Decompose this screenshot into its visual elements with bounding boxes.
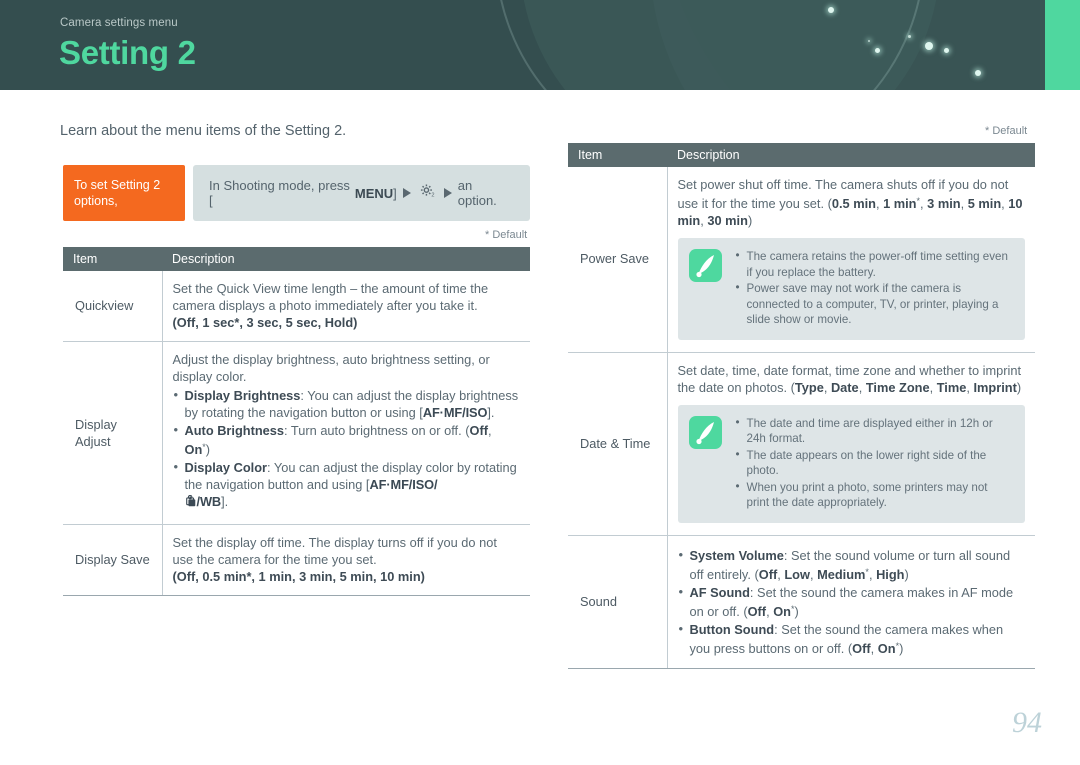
row-description-text: Set power shut off time. The camera shut… xyxy=(677,177,1023,228)
row-description: System Volume: Set the sound volume or t… xyxy=(667,535,1035,669)
banner-sparkle xyxy=(944,48,949,53)
page-title: Setting 2 xyxy=(59,34,196,71)
banner-decor-arc xyxy=(495,0,925,90)
row-options: (Off, 0.5 min*, 1 min, 3 min, 5 min, 10 … xyxy=(172,569,425,584)
list-item: The date appears on the lower right side… xyxy=(735,447,1014,479)
row-options: (Off, 1 sec*, 3 sec, 5 sec, Hold) xyxy=(172,315,358,330)
row-item-name: Quickview xyxy=(63,271,163,342)
note-pen-icon xyxy=(688,415,722,449)
breadcrumb-kicker: Camera settings menu xyxy=(60,17,178,29)
banner-sparkle xyxy=(908,35,911,38)
row-description: Set date, time, date format, time zone a… xyxy=(667,352,1035,536)
row-description-text: Set the Quick View time length – the amo… xyxy=(172,281,489,313)
table-row: Display Save Set the display off time. T… xyxy=(63,524,530,596)
column-header-description: Description xyxy=(667,143,1035,167)
arrow-right-icon xyxy=(443,188,452,198)
table-row: Quickview Set the Quick View time length… xyxy=(63,271,530,342)
svg-text:2: 2 xyxy=(431,192,434,198)
bullet-label: Display Color xyxy=(184,460,268,475)
burst-mode-icon xyxy=(185,494,197,513)
table-row: Sound System Volume: Set the sound volum… xyxy=(568,535,1035,669)
row-item-name: Display Adjust xyxy=(63,341,163,525)
row-bullet-list: Display Brightness: You can adjust the d… xyxy=(173,386,521,513)
row-description: Set the Quick View time length – the amo… xyxy=(162,271,530,342)
menu-key-label: MENU xyxy=(354,185,394,201)
note-box: The date and time are displayed either i… xyxy=(677,404,1025,523)
default-marker-left: * Default xyxy=(485,229,528,241)
table-row: Display Adjust Adjust the display brightn… xyxy=(63,341,530,525)
note-pen-icon xyxy=(688,249,722,282)
list-item: The camera retains the power-off time se… xyxy=(735,248,1014,280)
list-item: Display Color: You can adjust the displa… xyxy=(173,458,521,513)
row-description: Set the display off time. The display tu… xyxy=(162,524,530,596)
table-header-row: Item Description xyxy=(568,143,1035,167)
callout-instruction: In Shooting mode, press [MENU] 2 an opti… xyxy=(193,165,530,221)
list-item: The date and time are displayed either i… xyxy=(735,415,1014,447)
row-item-name: Display Save xyxy=(63,524,163,596)
howto-callout: To set Setting 2 options, In Shooting mo… xyxy=(63,165,530,221)
row-description-text: Set the display off time. The display tu… xyxy=(172,535,497,567)
intro-text: Learn about the menu items of the Settin… xyxy=(60,123,347,139)
banner-sparkle xyxy=(828,7,834,13)
page-number: 94 xyxy=(1012,706,1042,739)
row-description: Adjust the display brightness, auto brig… xyxy=(162,341,530,525)
row-item-name: Sound xyxy=(568,535,668,669)
row-description-text: Set date, time, date format, time zone a… xyxy=(677,362,1022,395)
banner-sparkle xyxy=(925,42,933,50)
callout-instruction-prefix: In Shooting mode, press [ xyxy=(209,178,350,208)
row-bullet-list: System Volume: Set the sound volume or t… xyxy=(678,546,1026,657)
row-description-intro: Adjust the display brightness, auto brig… xyxy=(172,352,490,384)
af-mf-iso-key-icon: AF·MF/ISO/ xyxy=(369,477,438,492)
settings-table-left: Item Description Quickview Set the Quick… xyxy=(63,247,530,596)
bullet-label: Auto Brightness xyxy=(184,423,285,438)
table-row: Date & Time Set date, time, date format,… xyxy=(568,352,1035,536)
column-header-description: Description xyxy=(162,247,530,271)
default-marker-right: * Default xyxy=(985,125,1028,137)
list-item: Display Brightness: You can adjust the d… xyxy=(173,386,521,421)
note-list: The camera retains the power-off time se… xyxy=(735,248,1014,329)
row-description: Set power shut off time. The camera shut… xyxy=(667,167,1035,353)
callout-tag-label: To set Setting 2 options, xyxy=(63,165,185,221)
list-item: When you print a photo, some printers ma… xyxy=(735,479,1014,511)
list-item: Auto Brightness: Turn auto brightness on… xyxy=(173,421,521,458)
list-item: Button Sound: Set the sound the camera m… xyxy=(678,620,1026,657)
list-item: AF Sound: Set the sound the camera makes… xyxy=(678,583,1026,620)
callout-instruction-mid: ] xyxy=(393,185,397,201)
bullet-label: Button Sound xyxy=(689,621,775,637)
bullet-label: AF Sound xyxy=(689,584,750,600)
page-header-banner: Camera settings menu Setting 2 xyxy=(0,0,1080,90)
banner-sparkle xyxy=(975,70,981,76)
list-item: System Volume: Set the sound volume or t… xyxy=(678,546,1026,583)
gear-2-icon: 2 xyxy=(419,183,436,203)
row-item-name: Power Save xyxy=(568,167,668,353)
column-header-item: Item xyxy=(568,143,667,167)
note-box: The camera retains the power-off time se… xyxy=(677,238,1025,340)
settings-table-right: Item Description Power Save Set power sh… xyxy=(568,143,1035,669)
banner-sparkle xyxy=(875,48,880,53)
banner-accent-block xyxy=(1045,0,1080,90)
table-header-row: Item Description xyxy=(63,247,530,271)
table-row: Power Save Set power shut off time. The … xyxy=(568,167,1035,353)
list-item: Power save may not work if the camera is… xyxy=(735,280,1014,328)
note-list: The date and time are displayed either i… xyxy=(735,415,1014,512)
af-mf-iso-key-icon: AF·MF/ISO xyxy=(422,405,488,420)
callout-instruction-suffix: an option. xyxy=(457,178,497,208)
row-item-name: Date & Time xyxy=(568,352,668,536)
arrow-right-icon xyxy=(402,188,411,198)
column-header-item: Item xyxy=(63,247,162,271)
bullet-label: Display Brightness xyxy=(184,388,301,403)
bullet-label: System Volume xyxy=(689,547,784,563)
banner-sparkle xyxy=(868,40,870,42)
